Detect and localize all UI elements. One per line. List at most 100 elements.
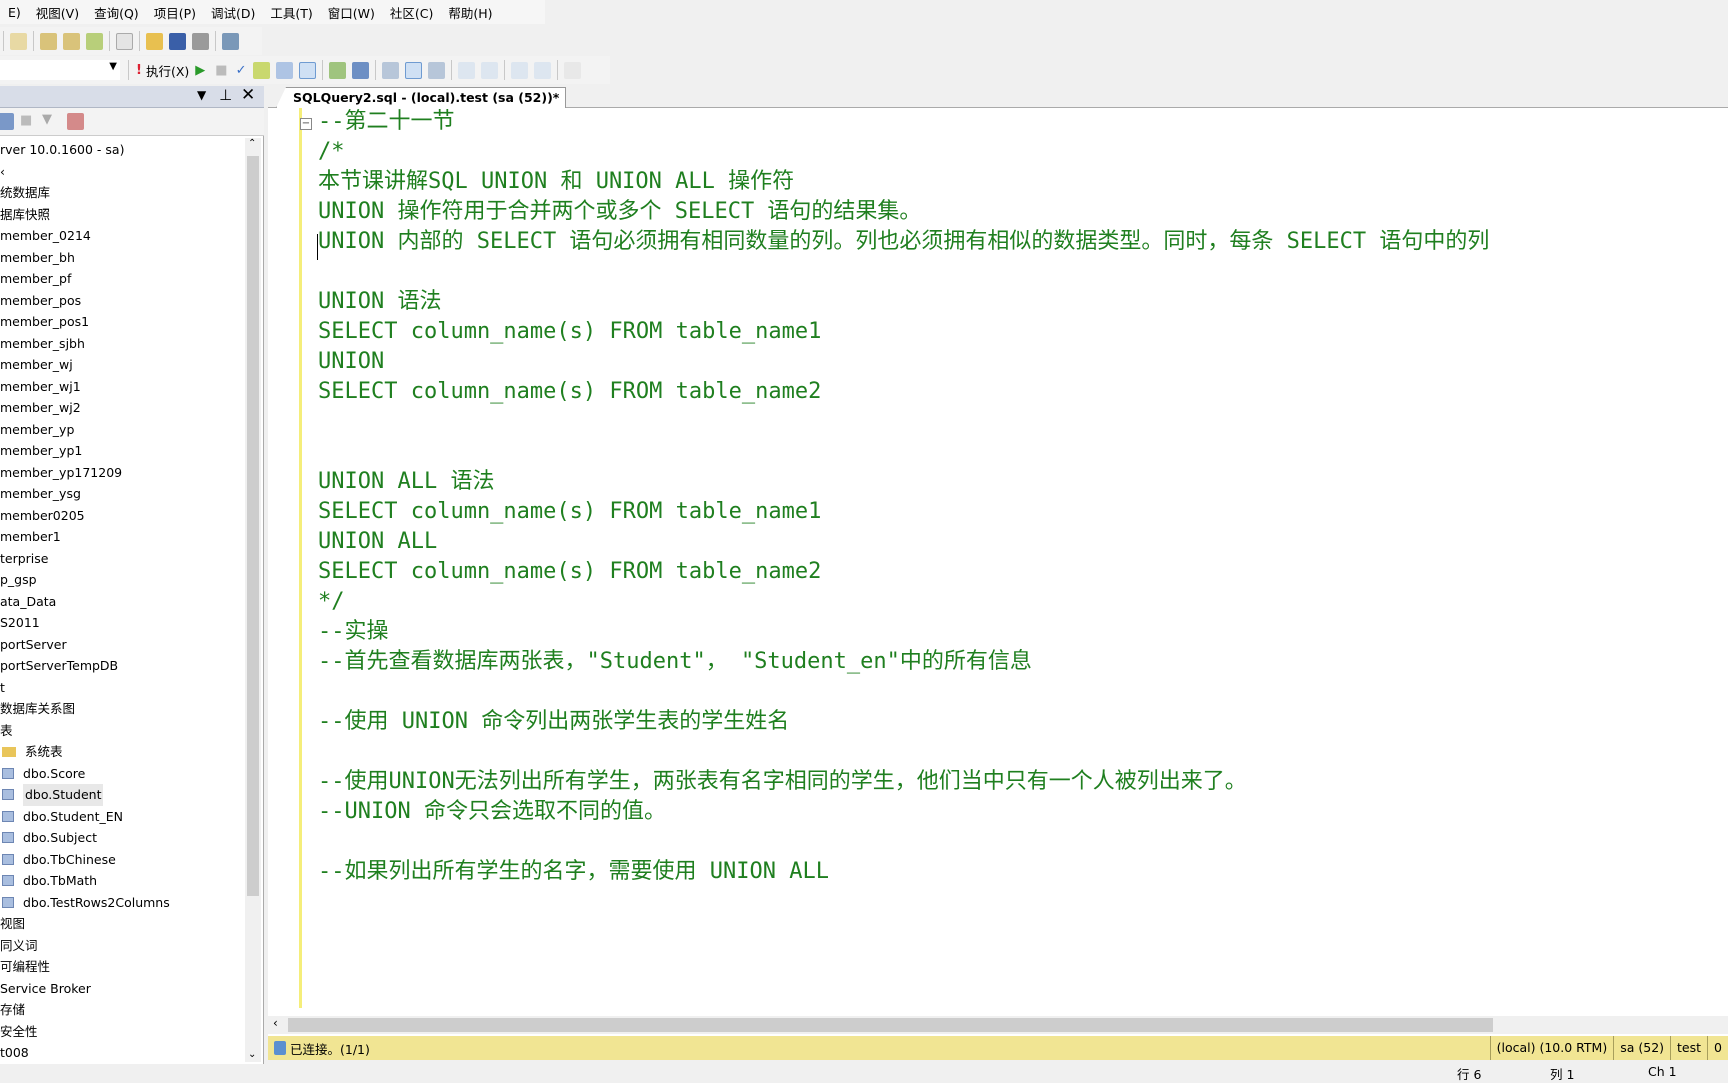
uncomment-icon[interactable] <box>481 61 499 79</box>
tree-item[interactable]: dbo.Score <box>0 763 244 785</box>
comment-icon[interactable] <box>458 61 476 79</box>
mdx-query-icon[interactable] <box>63 32 80 50</box>
tree-vertical-scrollbar[interactable]: ⌃ ⌄ <box>245 138 261 1062</box>
parse-check-icon[interactable]: ✓ <box>236 63 247 78</box>
tree-item[interactable]: member_wj <box>0 354 244 376</box>
scroll-left-icon[interactable]: ‹ <box>273 1016 278 1030</box>
scroll-down-icon[interactable]: ⌄ <box>248 1049 256 1060</box>
dmx-query-icon[interactable] <box>86 32 103 50</box>
scroll-up-icon[interactable]: ⌃ <box>248 138 256 149</box>
dropdown-icon[interactable]: ▼ <box>197 88 206 102</box>
print-icon[interactable] <box>192 32 209 50</box>
menu-item[interactable]: 工具(T) <box>270 3 312 22</box>
menu-item[interactable]: 查询(Q) <box>94 3 139 22</box>
table-icon <box>2 896 14 908</box>
tree-item[interactable]: 数据库关系图 <box>0 698 244 720</box>
db-query-icon[interactable] <box>40 32 57 50</box>
menu-item[interactable]: 帮助(H) <box>448 3 492 22</box>
tree-item-label: ata_Data <box>0 593 57 609</box>
specify-values-icon[interactable] <box>564 61 582 79</box>
decrease-indent-icon[interactable] <box>511 61 529 79</box>
activity-monitor-icon[interactable] <box>222 32 239 50</box>
query-options-icon[interactable] <box>276 61 294 79</box>
menu-item[interactable]: 项目(P) <box>154 3 196 22</box>
tree-item[interactable]: 存储 <box>0 999 244 1021</box>
intellisense-icon[interactable] <box>299 61 317 79</box>
tree-item[interactable]: t008 <box>0 1042 244 1064</box>
tree-item[interactable]: ‹ <box>0 161 244 183</box>
new-query-icon[interactable] <box>10 32 27 50</box>
results-file-icon[interactable] <box>428 61 446 79</box>
tree-item[interactable]: p_gsp <box>0 569 244 591</box>
scroll-thumb[interactable] <box>247 156 259 896</box>
tree-item[interactable]: t <box>0 677 244 699</box>
results-grid-icon[interactable] <box>405 61 423 79</box>
tree-item[interactable]: rver 10.0.1600 - sa) <box>0 139 244 161</box>
tree-item[interactable]: dbo.Student <box>0 784 244 806</box>
tree-item[interactable]: dbo.TbMath <box>0 870 244 892</box>
ch-indicator: Ch 1 <box>1648 1064 1677 1079</box>
tree-item[interactable]: 安全性 <box>0 1021 244 1043</box>
tree-item[interactable]: 系统表 <box>0 741 244 763</box>
menu-item[interactable]: 视图(V) <box>36 3 79 22</box>
tree-item[interactable]: dbo.TbChinese <box>0 849 244 871</box>
tree-item[interactable]: member_pf <box>0 268 244 290</box>
editor-horizontal-scrollbar[interactable]: ‹ <box>268 1016 1728 1034</box>
tree-item[interactable]: member_pos1 <box>0 311 244 333</box>
tree-item[interactable]: member_ysg <box>0 483 244 505</box>
client-stats-icon[interactable] <box>352 61 370 79</box>
tab-sqlquery2[interactable]: SQLQuery2.sql - (local).test (sa (52))* <box>276 87 567 108</box>
tree-item[interactable]: dbo.Subject <box>0 827 244 849</box>
display-plan-icon[interactable] <box>253 61 271 79</box>
scroll-thumb[interactable] <box>288 1018 1493 1032</box>
tree-item[interactable]: member1 <box>0 526 244 548</box>
tree-item[interactable]: portServer <box>0 634 244 656</box>
collapse-icon[interactable]: − <box>300 118 312 130</box>
connect-icon[interactable] <box>0 113 14 130</box>
include-plan-icon[interactable] <box>329 61 347 79</box>
database-select[interactable]: ▼ <box>0 60 120 80</box>
tree-item[interactable]: member_yp171209 <box>0 462 244 484</box>
tree-item[interactable]: member_wj2 <box>0 397 244 419</box>
tree-item[interactable]: 表 <box>0 720 244 742</box>
user-info: sa (52) <box>1613 1036 1670 1060</box>
tree-item[interactable]: S2011 <box>0 612 244 634</box>
open-folder-icon[interactable] <box>146 32 163 50</box>
tree-item[interactable]: dbo.TestRows2Columns <box>0 892 244 914</box>
filter-icon[interactable]: ▼ <box>42 112 52 127</box>
tree-item[interactable]: 同义词 <box>0 935 244 957</box>
tree-item[interactable]: member_0214 <box>0 225 244 247</box>
tree-item[interactable]: dbo.Student_EN <box>0 806 244 828</box>
menu-item[interactable]: 窗口(W) <box>328 3 375 22</box>
tree-item[interactable]: member_wj1 <box>0 376 244 398</box>
pin-icon[interactable]: ⊥ <box>219 86 232 104</box>
tree-item[interactable]: member0205 <box>0 505 244 527</box>
tree-item[interactable]: Service Broker <box>0 978 244 1000</box>
tree-item[interactable]: 统数据库 <box>0 182 244 204</box>
menu-item[interactable]: 调试(D) <box>211 3 255 22</box>
menu-item[interactable]: E) <box>8 5 21 20</box>
tree-item[interactable]: member_bh <box>0 247 244 269</box>
results-text-icon[interactable] <box>382 61 400 79</box>
increase-indent-icon[interactable] <box>534 61 552 79</box>
code-area[interactable]: --第二十一节 /* 本节课讲解SQL UNION 和 UNION ALL 操作符 U… <box>318 107 1728 887</box>
tree-item[interactable]: member_yp <box>0 419 244 441</box>
tree-item[interactable]: ata_Data <box>0 591 244 613</box>
menu-item[interactable]: 社区(C) <box>390 3 433 22</box>
tree-item[interactable]: member_sjbh <box>0 333 244 355</box>
tree-item[interactable]: 据库快照 <box>0 204 244 226</box>
tree-item[interactable]: member_yp1 <box>0 440 244 462</box>
refresh-icon[interactable] <box>67 113 84 130</box>
tree-item[interactable]: 可编程性 <box>0 956 244 978</box>
close-icon[interactable]: ✕ <box>241 85 255 105</box>
stop-icon[interactable]: ■ <box>20 113 32 128</box>
debug-play-icon[interactable]: ▶ <box>195 63 205 78</box>
tree-item[interactable]: portServerTempDB <box>0 655 244 677</box>
tree-item[interactable]: 视图 <box>0 913 244 935</box>
tree-item[interactable]: terprise <box>0 548 244 570</box>
tree-item[interactable]: member_pos <box>0 290 244 312</box>
stop-icon[interactable]: ■ <box>215 63 227 78</box>
save-icon[interactable] <box>169 32 186 50</box>
execute-button[interactable]: 执行(X) <box>146 61 189 80</box>
new-file-icon[interactable] <box>116 32 133 50</box>
